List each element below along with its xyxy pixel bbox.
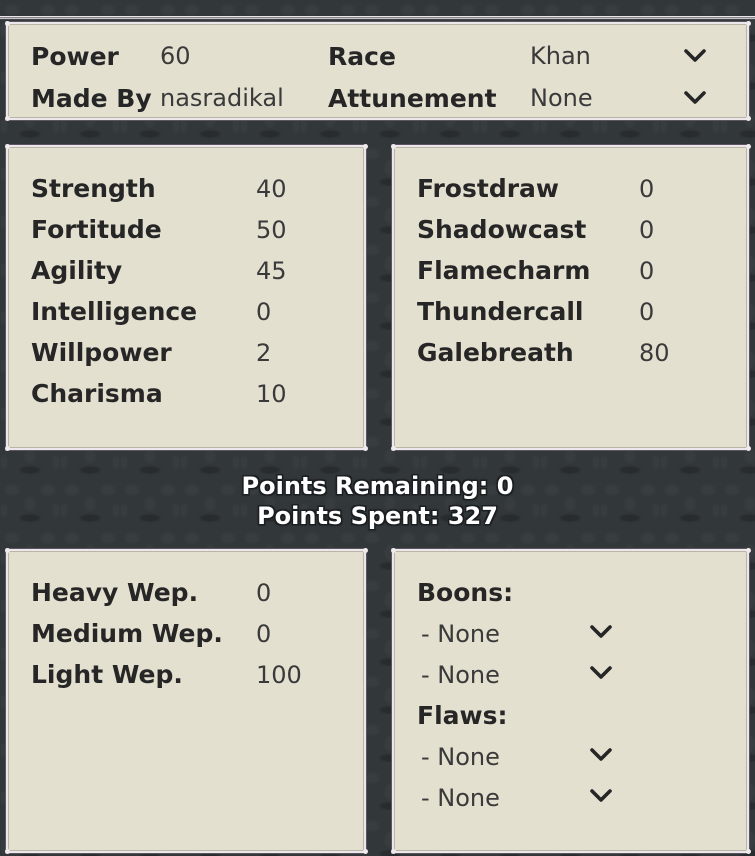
attunement-value: None xyxy=(530,84,593,112)
stat-value: 0 xyxy=(639,215,655,244)
top-divider xyxy=(0,16,755,20)
stat-label: Flamecharm xyxy=(417,256,591,285)
stat-value: 0 xyxy=(639,297,655,326)
stat-value: 100 xyxy=(256,660,302,689)
stat-value: 0 xyxy=(639,174,655,203)
table-row[interactable]: Heavy Wep. 0 xyxy=(8,572,364,613)
boon-dropdown-button[interactable] xyxy=(581,624,621,643)
stat-value: 2 xyxy=(256,338,272,367)
stat-label: Thundercall xyxy=(417,297,584,326)
points-summary: Points Remaining: 0 Points Spent: 327 xyxy=(0,462,755,540)
points-spent-text: Points Spent: 327 xyxy=(257,502,498,530)
boon-row[interactable]: - None xyxy=(394,654,747,695)
stat-value: 10 xyxy=(256,379,287,408)
boon-value: - None xyxy=(421,660,500,689)
flaws-heading: Flaws: xyxy=(417,701,508,730)
stat-value: 0 xyxy=(256,578,272,607)
stat-label: Charisma xyxy=(31,379,163,408)
chevron-down-icon xyxy=(590,665,612,684)
header-row-madeby-attunement: Made By nasradikal Attunement None xyxy=(8,77,747,119)
table-row[interactable]: Frostdraw 0 xyxy=(394,168,747,209)
table-row[interactable]: Intelligence 0 xyxy=(8,291,364,332)
stat-label: Heavy Wep. xyxy=(31,578,199,607)
stat-value: 0 xyxy=(256,297,272,326)
chevron-down-icon xyxy=(684,49,706,63)
table-row[interactable]: Thundercall 0 xyxy=(394,291,747,332)
table-row[interactable]: Medium Wep. 0 xyxy=(8,613,364,654)
table-row[interactable]: Charisma 10 xyxy=(8,373,364,414)
table-row[interactable]: Agility 45 xyxy=(8,250,364,291)
header-row-power-race: Power 60 Race Khan xyxy=(8,35,747,77)
stat-value: 45 xyxy=(256,256,287,285)
flaw-value: - None xyxy=(421,742,500,771)
flaw-row[interactable]: - None xyxy=(394,736,747,777)
table-row[interactable]: Willpower 2 xyxy=(8,332,364,373)
made-by-label: Made By xyxy=(31,83,152,113)
boon-row[interactable]: - None xyxy=(394,613,747,654)
boons-heading: Boons: xyxy=(417,578,514,607)
weapon-stats-panel: Heavy Wep. 0 Medium Wep. 0 Light Wep. 10… xyxy=(5,548,366,854)
race-value: Khan xyxy=(530,42,591,70)
flaw-value: - None xyxy=(421,783,500,812)
table-row[interactable]: Strength 40 xyxy=(8,168,364,209)
table-row[interactable]: Shadowcast 0 xyxy=(394,209,747,250)
table-row[interactable]: Galebreath 80 xyxy=(394,332,747,373)
attunement-dropdown-button[interactable] xyxy=(678,91,712,105)
stat-label: Willpower xyxy=(31,338,172,367)
stat-label: Shadowcast xyxy=(417,215,587,244)
boon-value: - None xyxy=(421,619,500,648)
header-panel: Power 60 Race Khan Made By nasradikal At… xyxy=(5,21,749,121)
stat-value: 0 xyxy=(639,256,655,285)
power-label: Power xyxy=(31,41,119,71)
boon-dropdown-button[interactable] xyxy=(581,665,621,684)
stat-label: Galebreath xyxy=(417,338,574,367)
chevron-down-icon xyxy=(590,788,612,807)
stat-value: 80 xyxy=(639,338,670,367)
chevron-down-icon xyxy=(590,624,612,643)
table-row[interactable]: Light Wep. 100 xyxy=(8,654,364,695)
character-build-sheet: Power 60 Race Khan Made By nasradikal At… xyxy=(0,0,755,856)
points-remaining-text: Points Remaining: 0 xyxy=(241,472,514,500)
stat-label: Intelligence xyxy=(31,297,198,326)
stat-label: Medium Wep. xyxy=(31,619,223,648)
boons-flaws-panel: Boons: - None - None Flaws: - None - Non… xyxy=(391,548,749,854)
race-label: Race xyxy=(328,41,396,71)
power-value: 60 xyxy=(160,42,191,70)
race-dropdown-button[interactable] xyxy=(678,49,712,63)
table-row[interactable]: Fortitude 50 xyxy=(8,209,364,250)
chevron-down-icon xyxy=(684,91,706,105)
attunement-stats-panel: Frostdraw 0 Shadowcast 0 Flamecharm 0 Th… xyxy=(391,144,749,451)
flaw-row[interactable]: - None xyxy=(394,777,747,818)
made-by-value: nasradikal xyxy=(160,84,284,112)
stat-label: Fortitude xyxy=(31,215,162,244)
flaw-dropdown-button[interactable] xyxy=(581,747,621,766)
stat-label: Agility xyxy=(31,256,123,285)
chevron-down-icon xyxy=(590,747,612,766)
stat-label: Frostdraw xyxy=(417,174,560,203)
stat-label: Strength xyxy=(31,174,156,203)
flaw-dropdown-button[interactable] xyxy=(581,788,621,807)
stat-label: Light Wep. xyxy=(31,660,183,689)
base-stats-panel: Strength 40 Fortitude 50 Agility 45 Inte… xyxy=(5,144,366,451)
stat-value: 0 xyxy=(256,619,272,648)
stat-value: 50 xyxy=(256,215,287,244)
table-row[interactable]: Flamecharm 0 xyxy=(394,250,747,291)
stat-value: 40 xyxy=(256,174,287,203)
attunement-label: Attunement xyxy=(328,83,497,113)
